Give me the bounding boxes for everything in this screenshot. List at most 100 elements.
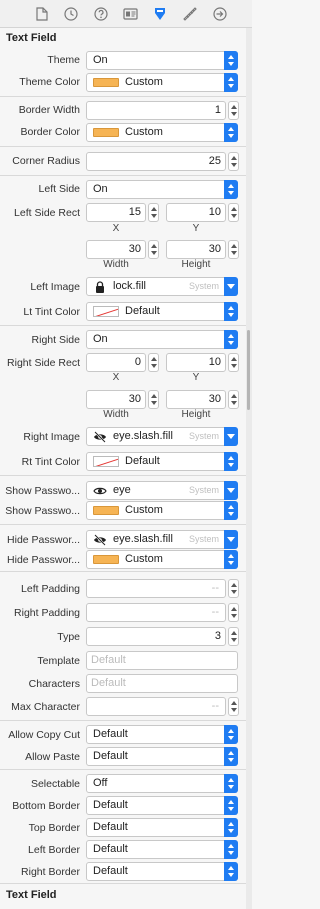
show-password-image-hint: System xyxy=(188,485,219,495)
selectable-label: Selectable xyxy=(30,778,80,790)
left-rect-width-stepper[interactable] xyxy=(148,240,159,259)
connections-icon[interactable] xyxy=(211,5,229,23)
template-placeholder: Default xyxy=(91,654,126,666)
rt-tint-label: Rt Tint Color xyxy=(21,456,80,468)
allow-copy-cut-popup[interactable]: Default xyxy=(86,725,238,744)
right-side-popup[interactable]: On xyxy=(86,330,238,349)
popup-arrows-icon xyxy=(224,302,238,321)
left-rect-height-value: 30 xyxy=(208,243,221,255)
divider xyxy=(0,883,246,884)
history-icon[interactable] xyxy=(62,5,80,23)
scrollbar-track[interactable] xyxy=(246,28,252,909)
right-rect-height-stepper[interactable] xyxy=(228,390,239,409)
template-field[interactable]: Default xyxy=(86,651,238,670)
corner-radius-stepper[interactable] xyxy=(228,152,239,171)
type-stepper[interactable] xyxy=(228,627,239,646)
divider xyxy=(0,475,246,476)
x-sublabel: X xyxy=(112,372,120,383)
right-rect-width-field[interactable]: 30 xyxy=(86,390,146,409)
border-color-value: Custom xyxy=(125,126,163,138)
bottom-border-label: Bottom Border xyxy=(12,800,80,812)
right-rect-x-field[interactable]: 0 xyxy=(86,353,146,372)
hide-password-color-popup[interactable]: Custom xyxy=(86,550,238,569)
left-side-value: On xyxy=(93,183,108,195)
height-sublabel: Height xyxy=(181,259,211,270)
popup-arrows-icon xyxy=(224,501,238,520)
type-field[interactable]: 3 xyxy=(86,627,226,646)
chevron-down-icon xyxy=(224,530,238,549)
left-rect-x-stepper[interactable] xyxy=(148,203,159,222)
border-width-stepper[interactable] xyxy=(228,101,239,120)
bottom-border-popup[interactable]: Default xyxy=(86,796,238,815)
theme-popup[interactable]: On xyxy=(86,51,238,70)
right-padding-label: Right Padding xyxy=(14,607,80,619)
right-rect-x-stepper[interactable] xyxy=(148,353,159,372)
border-color-popup[interactable]: Custom xyxy=(86,123,238,142)
divider xyxy=(0,571,246,572)
popup-arrows-icon xyxy=(224,51,238,70)
color-swatch xyxy=(93,128,119,137)
eye-slash-icon xyxy=(94,431,106,443)
left-rect-x-field[interactable]: 15 xyxy=(86,203,146,222)
left-rect-y-field[interactable]: 10 xyxy=(166,203,226,222)
theme-color-popup[interactable]: Custom xyxy=(86,73,238,92)
selectable-popup[interactable]: Off xyxy=(86,774,238,793)
ruler-icon[interactable] xyxy=(181,5,199,23)
show-password-image-combo[interactable]: eye System xyxy=(86,481,238,500)
hide-password-image-combo[interactable]: eye.slash.fill System xyxy=(86,530,238,549)
show-password-color-popup[interactable]: Custom xyxy=(86,501,238,520)
characters-field[interactable]: Default xyxy=(86,674,238,693)
left-side-popup[interactable]: On xyxy=(86,180,238,199)
right-rect-y-field[interactable]: 10 xyxy=(166,353,226,372)
right-padding-value: -- xyxy=(211,606,219,618)
left-padding-field[interactable]: -- xyxy=(86,579,226,598)
right-border-popup[interactable]: Default xyxy=(86,862,238,881)
lt-tint-label: Lt Tint Color xyxy=(23,306,80,318)
attributes-icon[interactable] xyxy=(151,5,169,23)
left-rect-width-field[interactable]: 30 xyxy=(86,240,146,259)
allow-copy-cut-value: Default xyxy=(93,728,128,740)
left-rect-height-stepper[interactable] xyxy=(228,240,239,259)
color-swatch xyxy=(93,506,119,515)
lock-icon xyxy=(96,281,104,293)
show-password-image-label: Show Passwo... xyxy=(5,485,80,497)
left-rect-height-field[interactable]: 30 xyxy=(166,240,226,259)
max-character-stepper[interactable] xyxy=(228,697,239,716)
help-icon[interactable] xyxy=(92,5,110,23)
right-rect-width-stepper[interactable] xyxy=(148,390,159,409)
scrollbar-thumb[interactable] xyxy=(247,330,250,410)
max-character-field[interactable]: -- xyxy=(86,697,226,716)
theme-color-label: Theme Color xyxy=(19,76,80,88)
right-rect-x-value: 0 xyxy=(134,356,141,368)
corner-radius-field[interactable]: 25 xyxy=(86,152,226,171)
right-rect-height-value: 30 xyxy=(208,393,221,405)
right-border-label: Right Border xyxy=(21,866,80,878)
left-image-label: Left Image xyxy=(30,281,80,293)
top-border-popup[interactable]: Default xyxy=(86,818,238,837)
left-rect-y-stepper[interactable] xyxy=(228,203,239,222)
eye-icon xyxy=(93,487,107,495)
left-image-combo[interactable]: lock.fill System xyxy=(86,277,238,296)
left-border-popup[interactable]: Default xyxy=(86,840,238,859)
right-rect-width-value: 30 xyxy=(128,393,141,405)
section-title: Text Field xyxy=(6,889,57,901)
file-icon[interactable] xyxy=(33,5,51,23)
divider xyxy=(0,96,246,97)
border-width-field[interactable]: 1 xyxy=(86,101,226,120)
right-image-combo[interactable]: eye.slash.fill System xyxy=(86,427,238,446)
hide-password-image-label: Hide Passwor... xyxy=(7,534,80,546)
identity-icon[interactable] xyxy=(121,5,139,23)
left-rect-label: Left Side Rect xyxy=(14,207,80,219)
popup-arrows-icon xyxy=(224,818,238,837)
left-padding-stepper[interactable] xyxy=(228,579,239,598)
divider xyxy=(0,175,246,176)
popup-arrows-icon xyxy=(224,330,238,349)
right-rect-y-stepper[interactable] xyxy=(228,353,239,372)
right-padding-stepper[interactable] xyxy=(228,603,239,622)
right-rect-height-field[interactable]: 30 xyxy=(166,390,226,409)
lt-tint-popup[interactable]: Default xyxy=(86,302,238,321)
rt-tint-popup[interactable]: Default xyxy=(86,452,238,471)
left-padding-value: -- xyxy=(211,582,219,594)
allow-paste-popup[interactable]: Default xyxy=(86,747,238,766)
right-padding-field[interactable]: -- xyxy=(86,603,226,622)
